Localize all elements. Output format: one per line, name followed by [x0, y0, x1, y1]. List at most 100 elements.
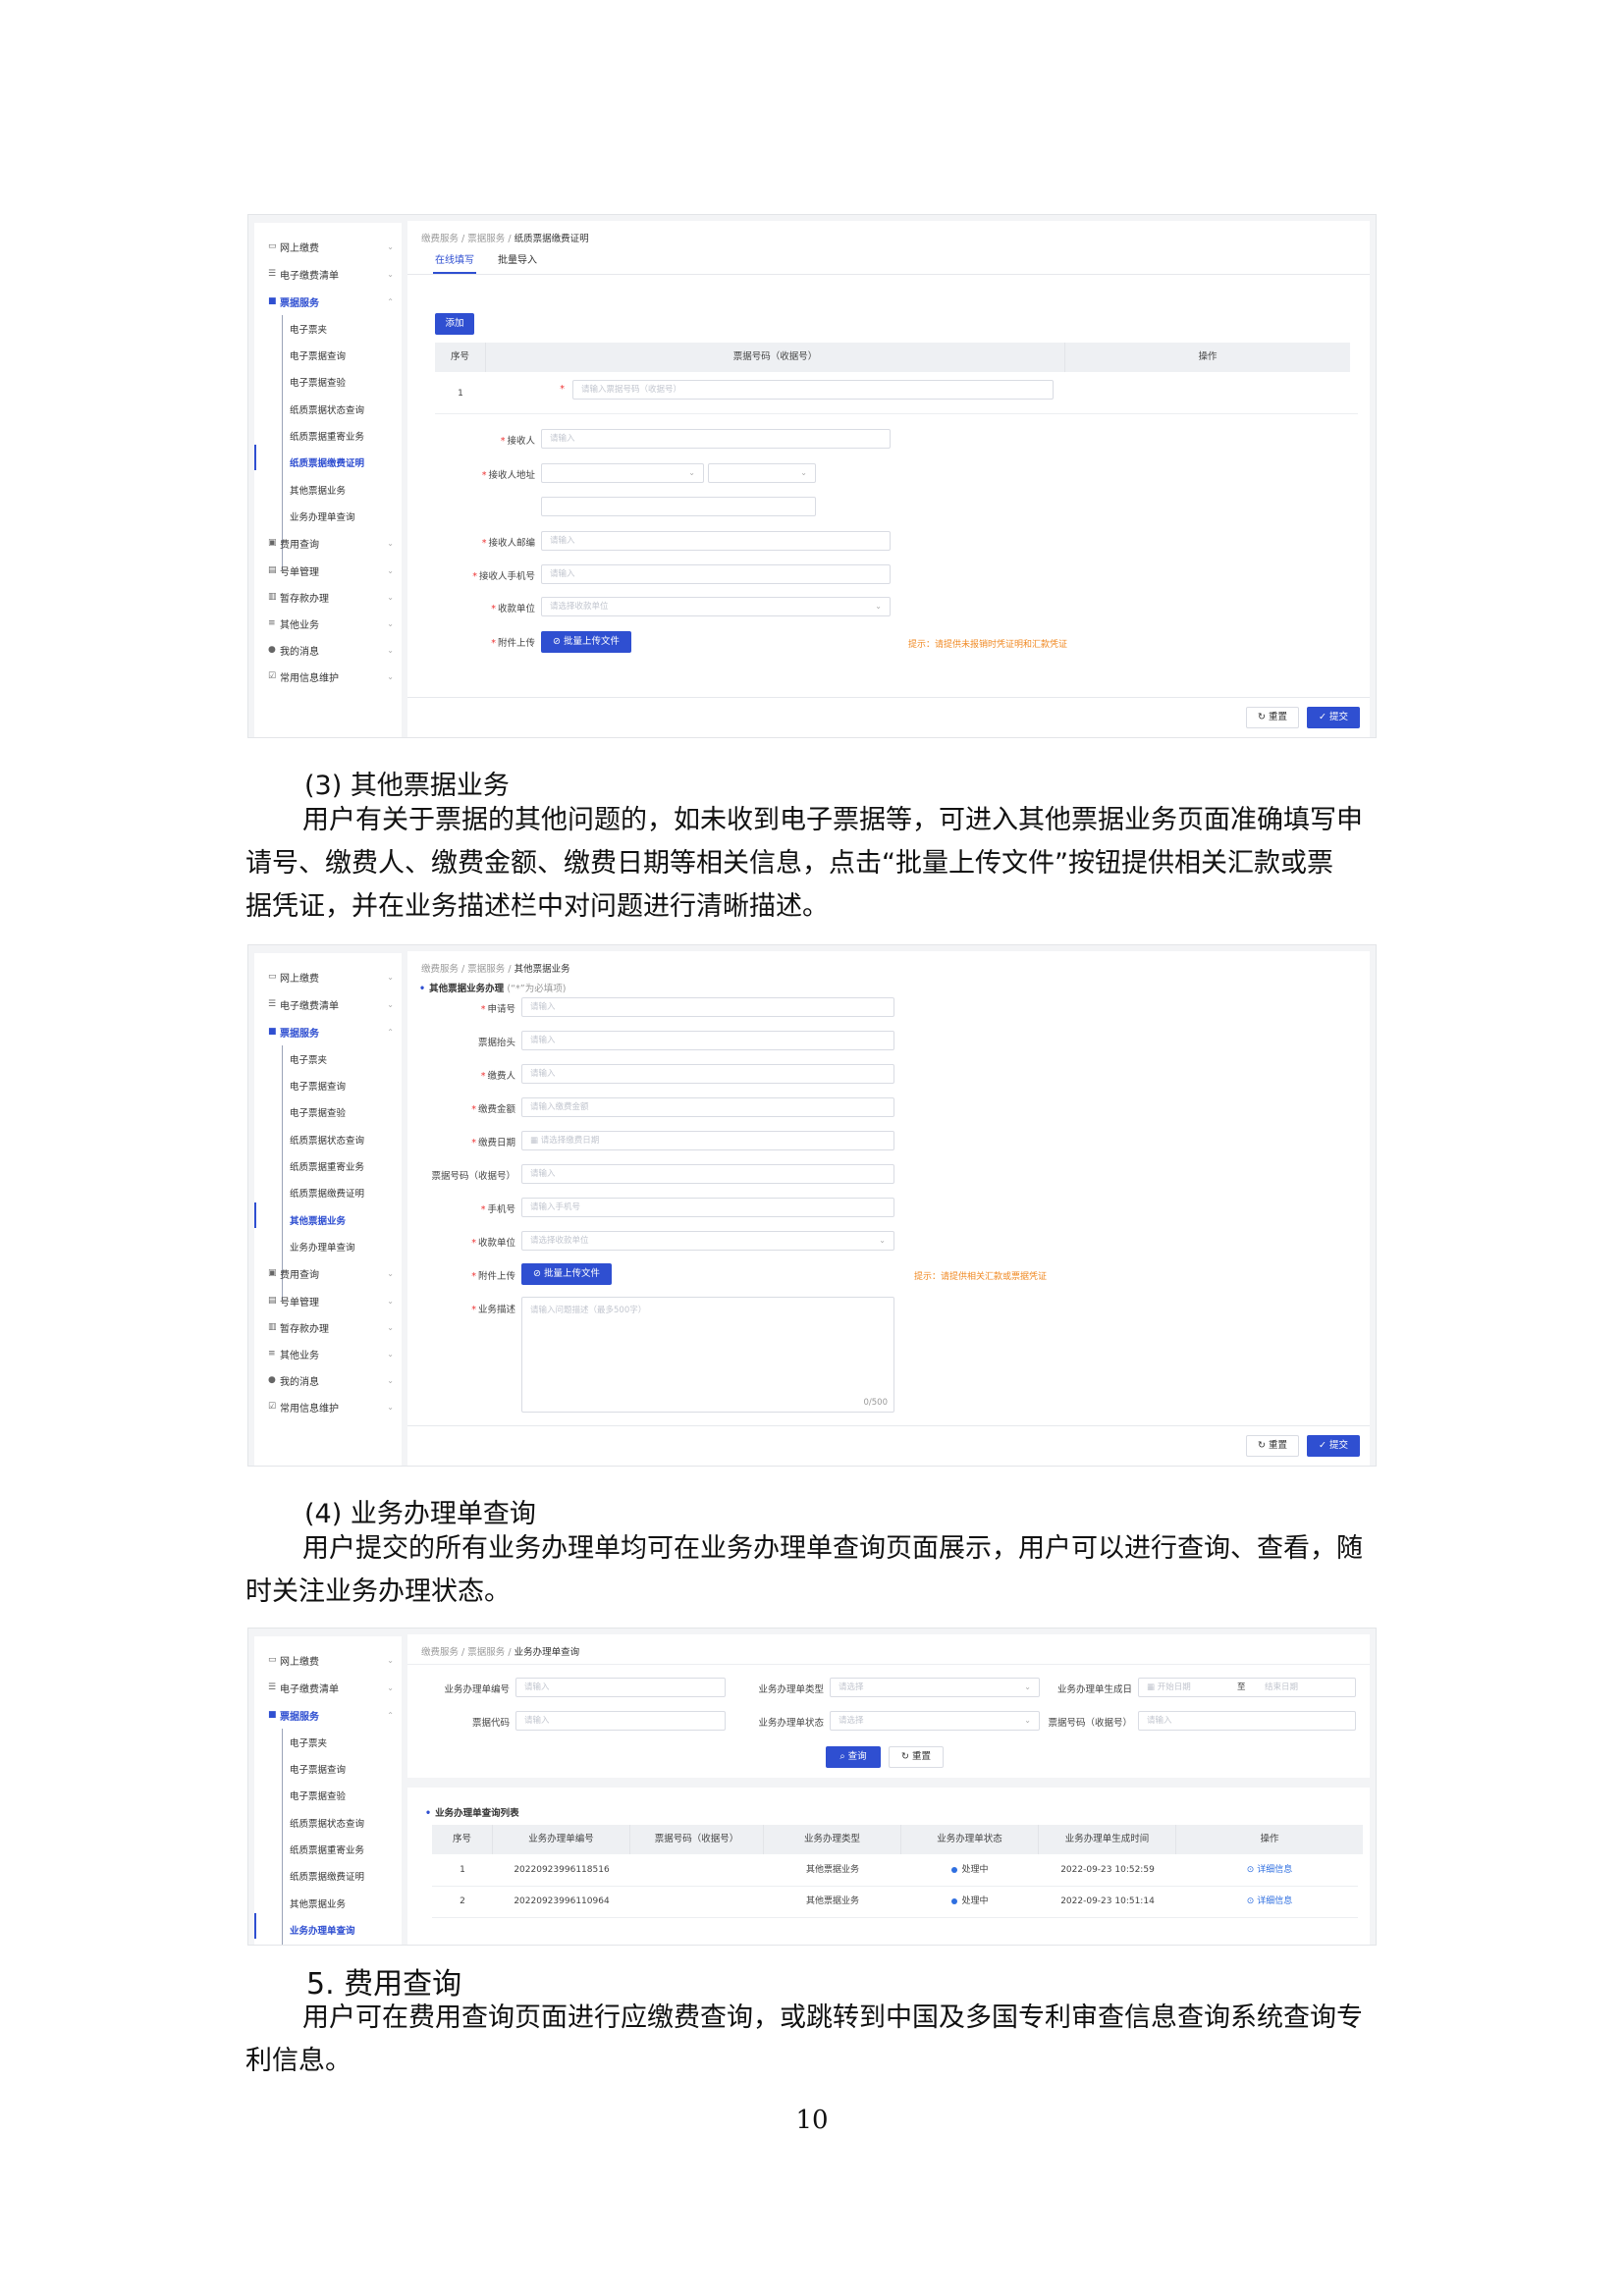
receipt-no-input[interactable]: 请输入票据号码（收据号） [572, 380, 1054, 400]
nav-online-payment[interactable]: ▭ 网上缴费 ⌄ [268, 237, 394, 256]
payer-input[interactable]: 请输入 [521, 1064, 894, 1084]
nav-common-info[interactable]: ☑ 常用信息维护 ⌄ [268, 667, 394, 686]
amount-input[interactable]: 请输入缴费金额 [521, 1097, 894, 1117]
fee-icon: ▣ [268, 1268, 277, 1278]
nav-number-mgmt[interactable]: ▤ 号单管理 ⌄ [268, 561, 394, 580]
receiver-input[interactable]: 请输入 [541, 429, 891, 449]
nav-sub-paper-resend[interactable]: 纸质票据重寄业务 [290, 1840, 394, 1859]
nav-sub-other-receipt[interactable]: 其他票据业务 [290, 1894, 394, 1913]
order-status-select[interactable]: 请选择 ⌄ [830, 1711, 1040, 1731]
nav-sub-order-query[interactable]: 业务办理单查询 [290, 1920, 394, 1940]
reset-button[interactable]: ↻ 重置 [1246, 707, 1299, 728]
description-textarea[interactable]: 请输入问题描述（最多500字） 0/500 [521, 1297, 894, 1413]
nav-online-payment[interactable]: ▭ 网上缴费 ⌄ [268, 967, 394, 987]
nav-sub-e-receipt-folder[interactable]: 电子票夹 [290, 319, 394, 339]
query-button[interactable]: ⌕ 查询 [826, 1746, 881, 1768]
application-no-input[interactable]: 请输入 [521, 997, 894, 1017]
nav-sub-paper-proof[interactable]: 纸质票据缴费证明 [290, 1866, 394, 1886]
nav-deposit[interactable]: ▥ 暂存款办理 ⌄ [268, 587, 394, 607]
nav-receipt-service[interactable]: ■ 票据服务 ⌃ [268, 292, 394, 311]
address-province-select[interactable]: ⌄ [541, 463, 704, 483]
action-bar: ↻ 重置 ✓ 提交 [407, 697, 1370, 737]
nav-sub-paper-resend[interactable]: 纸质票据重寄业务 [290, 1156, 394, 1176]
phone-input[interactable]: 请输入 [541, 564, 891, 584]
add-button[interactable]: 添加 [435, 313, 474, 335]
nav-sub-e-receipt-verify[interactable]: 电子票据查验 [290, 372, 394, 392]
breadcrumb: 缴费服务 / 票据服务 / 业务办理单查询 [421, 1647, 580, 1658]
nav-sub-paper-proof[interactable]: 纸质票据缴费证明 [290, 1183, 394, 1202]
address-city-select[interactable]: ⌄ [708, 463, 816, 483]
nav-deposit[interactable]: ▥ 暂存款办理 ⌄ [268, 1317, 394, 1337]
nav-other-business[interactable]: ≡ 其他业务 ⌄ [268, 614, 394, 633]
section-5-paragraph: 用户可在费用查询页面进行应缴费查询，或跳转到中国及多国专利审查信息查询系统查询专… [245, 2002, 1363, 2076]
list-title: • 业务办理单查询列表 [425, 1808, 519, 1819]
receipt-title-input[interactable]: 请输入 [521, 1031, 894, 1050]
mobile-input[interactable]: 请输入手机号 [521, 1198, 894, 1217]
nav-messages[interactable]: ● 我的消息 ⌄ [268, 1370, 394, 1390]
detail-link[interactable]: ⊙ 详细信息 [1176, 1854, 1363, 1886]
section-4-heading: (4) 业务办理单查询 [304, 1499, 536, 1529]
nav-sub-paper-resend[interactable]: 纸质票据重寄业务 [290, 426, 394, 446]
address-detail-input[interactable] [541, 497, 816, 516]
zip-input[interactable]: 请输入 [541, 531, 891, 551]
nav-e-payment-list[interactable]: ☰ 电子缴费清单 ⌄ [268, 994, 394, 1014]
payee-select[interactable]: 请选择收款单位 ⌄ [521, 1231, 894, 1251]
chevron-up-icon: ⌃ [387, 1710, 394, 1720]
nav-sub-e-receipt-verify[interactable]: 电子票据查验 [290, 1102, 394, 1122]
receipt-no-input[interactable]: 请输入 [1138, 1711, 1356, 1731]
nav-fee-query[interactable]: ▣ 费用查询 ⌄ [268, 1263, 394, 1283]
detail-link[interactable]: ⊙ 详细信息 [1176, 1886, 1363, 1917]
reset-button[interactable]: ↻ 重置 [1246, 1435, 1299, 1457]
payment-date-picker[interactable]: ▦ 请选择缴费日期 [521, 1131, 894, 1150]
tab-online-fill[interactable]: 在线填写 [433, 250, 476, 274]
nav-other-business[interactable]: ≡ 其他业务 ⌄ [268, 1344, 394, 1363]
payee-select[interactable]: 请选择收款单位 ⌄ [541, 597, 891, 616]
receipt-icon: ■ [268, 1710, 277, 1720]
nav-sub-paper-status[interactable]: 纸质票据状态查询 [290, 400, 394, 419]
screenshot-other-receipt: ▭ 网上缴费 ⌄ ☰ 电子缴费清单 ⌄ ■ 票据服务 ⌃ 电子票夹 电子票据查询 电子票据查… [247, 944, 1377, 1467]
nav-sub-other-receipt[interactable]: 其他票据业务 [290, 480, 394, 500]
nav-sub-paper-proof[interactable]: 纸质票据缴费证明 [290, 453, 394, 472]
screenshot-receipt-proof: ▭ 网上缴费 ⌄ ☰ 电子缴费清单 ⌄ ■ 票据服务 ⌃ 电子票夹 电子票据查询 电子票据查… [247, 214, 1377, 738]
batch-upload-button[interactable]: ⊘ 批量上传文件 [521, 1263, 612, 1285]
nav-sub-e-receipt-folder[interactable]: 电子票夹 [290, 1733, 394, 1752]
nav-number-mgmt[interactable]: ▤ 号单管理 ⌄ [268, 1291, 394, 1310]
nav-sub-order-query[interactable]: 业务办理单查询 [290, 507, 394, 526]
receipt-no-input[interactable]: 请输入 [521, 1164, 894, 1184]
nav-e-payment-list[interactable]: ☰ 电子缴费清单 ⌄ [268, 1678, 394, 1697]
order-type-select[interactable]: 请选择 ⌄ [830, 1678, 1040, 1697]
doc-icon: ▤ [268, 1296, 277, 1306]
tab-batch-import[interactable]: 批量导入 [498, 250, 537, 272]
submit-button[interactable]: ✓ 提交 [1307, 707, 1360, 728]
order-no-input[interactable]: 请输入 [515, 1678, 726, 1697]
batch-upload-button[interactable]: ⊘ 批量上传文件 [541, 631, 631, 653]
nav-fee-query[interactable]: ▣ 费用查询 ⌄ [268, 533, 394, 553]
nav-online-payment[interactable]: ▭ 网上缴费 ⌄ [268, 1650, 394, 1670]
reset-button[interactable]: ↻ 重置 [889, 1746, 944, 1768]
nav-sub-e-receipt-verify[interactable]: 电子票据查验 [290, 1786, 394, 1805]
char-counter: 0/500 [863, 1398, 889, 1408]
nav-sub-e-receipt-folder[interactable]: 电子票夹 [290, 1049, 394, 1069]
check-icon: ✓ [1319, 1440, 1329, 1451]
sidebar-nav: ▭ 网上缴费 ⌄ ☰ 电子缴费清单 ⌄ ■ 票据服务 ⌃ 电子票夹 电子票据查询 电子票据查… [254, 1636, 402, 1945]
nav-sub-paper-status[interactable]: 纸质票据状态查询 [290, 1813, 394, 1833]
nav-sub-paper-status[interactable]: 纸质票据状态查询 [290, 1130, 394, 1149]
info-icon: ⊙ [1246, 1896, 1258, 1906]
nav-sub-order-query[interactable]: 业务办理单查询 [290, 1237, 394, 1256]
submit-button[interactable]: ✓ 提交 [1307, 1435, 1360, 1457]
receipt-code-input[interactable]: 请输入 [515, 1711, 726, 1731]
nav-e-payment-list[interactable]: ☰ 电子缴费清单 ⌄ [268, 264, 394, 284]
nav-receipt-service[interactable]: ■ 票据服务 ⌃ [268, 1705, 394, 1725]
nav-sub-other-receipt[interactable]: 其他票据业务 [290, 1210, 394, 1230]
nav-receipt-service[interactable]: ■ 票据服务 ⌃ [268, 1022, 394, 1041]
nav-messages[interactable]: ● 我的消息 ⌄ [268, 640, 394, 660]
calendar-icon: ▦ [1147, 1682, 1158, 1692]
chevron-down-icon: ⌄ [879, 1236, 886, 1245]
nav-sub-e-receipt-query[interactable]: 电子票据查询 [290, 1759, 394, 1779]
date-range-picker[interactable]: ▦ 开始日期至结束日期 [1138, 1678, 1356, 1697]
col-operation: 操作 [1065, 343, 1350, 372]
nav-common-info[interactable]: ☑ 常用信息维护 ⌄ [268, 1397, 394, 1416]
upload-hint: 提示：请提供相关汇款或票据凭证 [914, 1272, 1048, 1282]
nav-sub-e-receipt-query[interactable]: 电子票据查询 [290, 346, 394, 365]
nav-sub-e-receipt-query[interactable]: 电子票据查询 [290, 1076, 394, 1095]
